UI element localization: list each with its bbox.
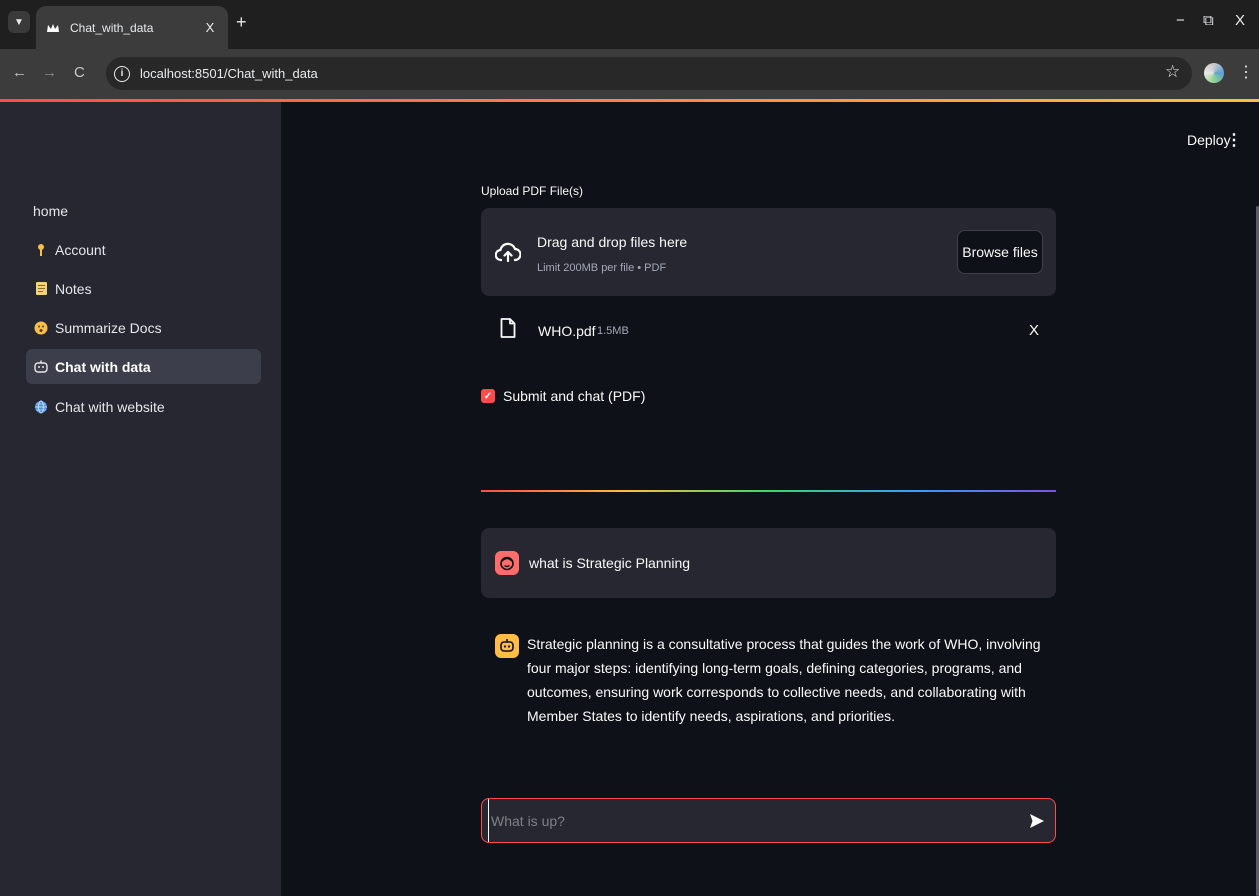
user-avatar-icon bbox=[495, 551, 519, 575]
bookmark-star-icon[interactable]: ☆ bbox=[1165, 62, 1180, 82]
send-icon[interactable] bbox=[1028, 812, 1046, 830]
user-message-text: what is Strategic Planning bbox=[529, 555, 691, 571]
robot-icon bbox=[33, 359, 49, 375]
window-close-button[interactable]: X bbox=[1235, 12, 1245, 29]
back-icon[interactable]: ← bbox=[12, 64, 27, 81]
sidebar-item-notes[interactable]: Notes bbox=[26, 271, 261, 306]
sidebar-item-chat-with-data[interactable]: Chat with data bbox=[26, 349, 261, 384]
emoji-icon bbox=[33, 320, 49, 336]
submit-chat-checkbox-row[interactable]: ✓ Submit and chat (PDF) bbox=[481, 388, 645, 404]
sidebar-item-chat-with-website[interactable]: Chat with website bbox=[26, 389, 261, 424]
globe-icon bbox=[33, 399, 49, 415]
sidebar-item-label: Account bbox=[55, 241, 106, 258]
url-text: localhost:8501/Chat_with_data bbox=[140, 66, 318, 81]
browser-toolbar: ← → C i localhost:8501/Chat_with_data ☆ … bbox=[0, 49, 1259, 99]
dropzone-title: Drag and drop files here bbox=[537, 234, 688, 250]
file-name: WHO.pdf bbox=[538, 323, 596, 339]
forward-icon[interactable]: → bbox=[42, 64, 57, 81]
file-icon bbox=[500, 318, 516, 338]
tab-close-icon[interactable]: X bbox=[202, 20, 218, 35]
user-chat-message: what is Strategic Planning bbox=[481, 528, 1056, 598]
checkbox-label: Submit and chat (PDF) bbox=[503, 388, 646, 404]
file-size: 1.5MB bbox=[597, 325, 629, 337]
sidebar-item-label: home bbox=[33, 202, 69, 219]
sidebar-item-account[interactable]: Account bbox=[26, 232, 261, 267]
uploaded-file-row: WHO.pdf 1.5MB X bbox=[481, 312, 1056, 352]
site-info-icon[interactable]: i bbox=[114, 65, 130, 82]
tab-search-button[interactable]: ▼ bbox=[8, 11, 30, 33]
address-bar[interactable]: i localhost:8501/Chat_with_data bbox=[106, 57, 1192, 90]
remove-file-icon[interactable]: X bbox=[1029, 322, 1039, 339]
sidebar-item-label: Summarize Docs bbox=[55, 319, 162, 336]
main-content: Deploy ⋮ Upload PDF File(s) Drag and dro… bbox=[281, 102, 1259, 896]
app-menu-icon[interactable]: ⋮ bbox=[1226, 130, 1242, 150]
browser-tab[interactable]: Chat_with_data X bbox=[36, 6, 228, 49]
bot-avatar-icon bbox=[495, 634, 519, 658]
notes-icon bbox=[33, 281, 49, 297]
uploader-label: Upload PDF File(s) bbox=[481, 184, 584, 198]
reload-icon[interactable]: C bbox=[74, 64, 85, 81]
sidebar-item-label: Chat with data bbox=[55, 358, 151, 375]
dropzone-limit-text: Limit 200MB per file • PDF bbox=[537, 262, 667, 274]
browse-files-button[interactable]: Browse files bbox=[957, 230, 1043, 274]
minimize-button[interactable]: − bbox=[1176, 12, 1185, 29]
sidebar-item-home[interactable]: home bbox=[26, 193, 261, 228]
tab-title: Chat_with_data bbox=[70, 20, 154, 35]
chat-input-box[interactable] bbox=[481, 798, 1056, 843]
assistant-chat-message: Strategic planning is a consultative pro… bbox=[481, 618, 1056, 758]
cloud-upload-icon bbox=[494, 240, 522, 266]
restore-button[interactable]: ⧉ bbox=[1203, 12, 1214, 29]
browser-menu-icon[interactable]: ⋮ bbox=[1238, 62, 1254, 82]
sidebar-item-label: Chat with website bbox=[55, 398, 165, 415]
chat-input[interactable] bbox=[488, 799, 1018, 842]
checkbox[interactable]: ✓ bbox=[481, 389, 495, 403]
profile-avatar[interactable] bbox=[1204, 63, 1224, 83]
file-dropzone[interactable]: Drag and drop files here Limit 200MB per… bbox=[481, 208, 1056, 296]
key-icon bbox=[33, 242, 49, 258]
deploy-button[interactable]: Deploy bbox=[1187, 132, 1231, 148]
browser-tabstrip: ▼ Chat_with_data X + − ⧉ X bbox=[0, 0, 1259, 49]
new-tab-button[interactable]: + bbox=[236, 13, 247, 31]
sidebar: home Account Notes Summarize Docs Chat w… bbox=[0, 102, 281, 896]
assistant-message-text: Strategic planning is a consultative pro… bbox=[527, 636, 1041, 724]
streamlit-crown-icon bbox=[46, 21, 60, 35]
sidebar-item-label: Notes bbox=[55, 280, 92, 297]
rainbow-divider bbox=[481, 490, 1056, 492]
sidebar-item-summarize-docs[interactable]: Summarize Docs bbox=[26, 310, 261, 345]
